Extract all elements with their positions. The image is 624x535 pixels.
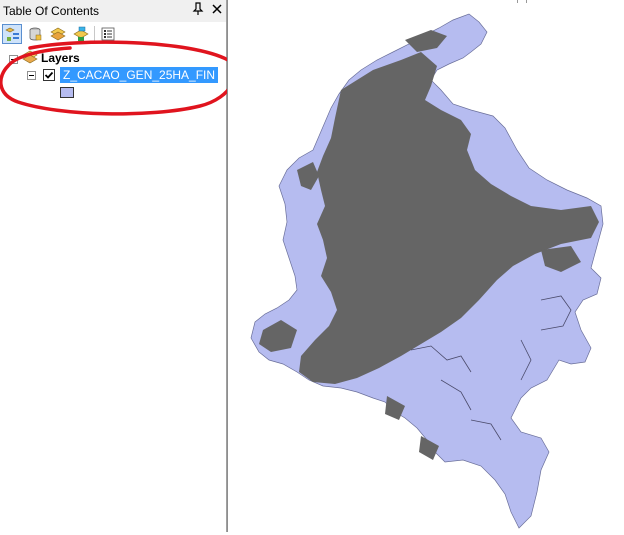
colombia-map	[250, 13, 604, 529]
map-display[interactable]	[227, 0, 624, 532]
toc-title-bar: Table Of Contents	[0, 0, 226, 23]
close-icon[interactable]	[210, 2, 224, 18]
map-top-edge-marker	[517, 0, 527, 3]
red-highlight-ellipse	[0, 40, 237, 116]
table-of-contents-panel: Table Of Contents Layers Z_CACAO_GEN_25H…	[0, 0, 237, 532]
pushpin-icon[interactable]	[191, 2, 205, 18]
toc-title: Table Of Contents	[3, 4, 100, 18]
